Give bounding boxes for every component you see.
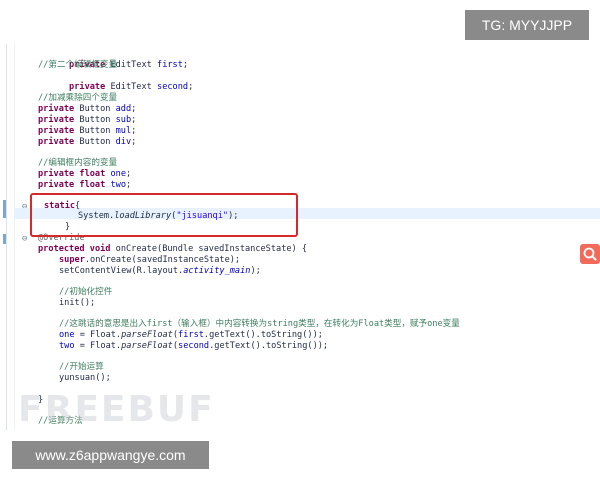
- code-line: init();: [59, 298, 96, 308]
- change-marker: [3, 200, 6, 218]
- site-url-badge: www.z6appwangye.com: [12, 441, 209, 469]
- code-comment: //初始化控件: [59, 287, 113, 297]
- change-marker: [3, 234, 6, 244]
- code-line: yunsuan();: [59, 373, 111, 383]
- code-line: private float one;: [38, 169, 132, 179]
- ruler-line: [6, 44, 7, 430]
- code-comment: //开始运算: [59, 362, 104, 372]
- code-comment: //这跳话的意思是出入first（输入框）中内容转换为string类型，在转化为…: [59, 319, 460, 329]
- code-comment: //加减乘除四个变量: [38, 93, 118, 103]
- code-line: private Button add;: [38, 104, 137, 114]
- search-icon: [583, 247, 597, 261]
- code-line: private EditText second;: [69, 82, 194, 92]
- code-comment: //编辑框内容的变量: [38, 158, 118, 168]
- code-line: private Button sub;: [38, 115, 137, 125]
- code-line: private Button mul;: [38, 126, 137, 136]
- code-line: private EditText first;: [69, 60, 189, 70]
- code-comment: //第二个编辑框变量: [38, 60, 118, 70]
- freebuf-watermark: FREEBUF: [18, 389, 215, 430]
- fold-icon[interactable]: ⊖: [22, 234, 27, 244]
- code-editor[interactable]: ⊖ ⊖ private EditText first; //第二个编辑框变量 p…: [0, 44, 600, 430]
- code-line: protected void onCreate(Bundle savedInst…: [38, 244, 308, 254]
- code-line: two = Float.parseFloat(second.getText().…: [59, 341, 329, 351]
- code-line: one = Float.parseFloat(first.getText().t…: [59, 330, 323, 340]
- search-button[interactable]: [580, 244, 600, 264]
- code-line: private float two;: [38, 180, 132, 190]
- code-line: private Button div;: [38, 137, 137, 147]
- red-highlight-box: [30, 193, 298, 237]
- tg-badge: TG: MYYJJPP: [465, 10, 589, 40]
- code-line: super.onCreate(savedInstanceState);: [59, 255, 241, 265]
- code-line: setContentView(R.layout.activity_main);: [59, 266, 261, 276]
